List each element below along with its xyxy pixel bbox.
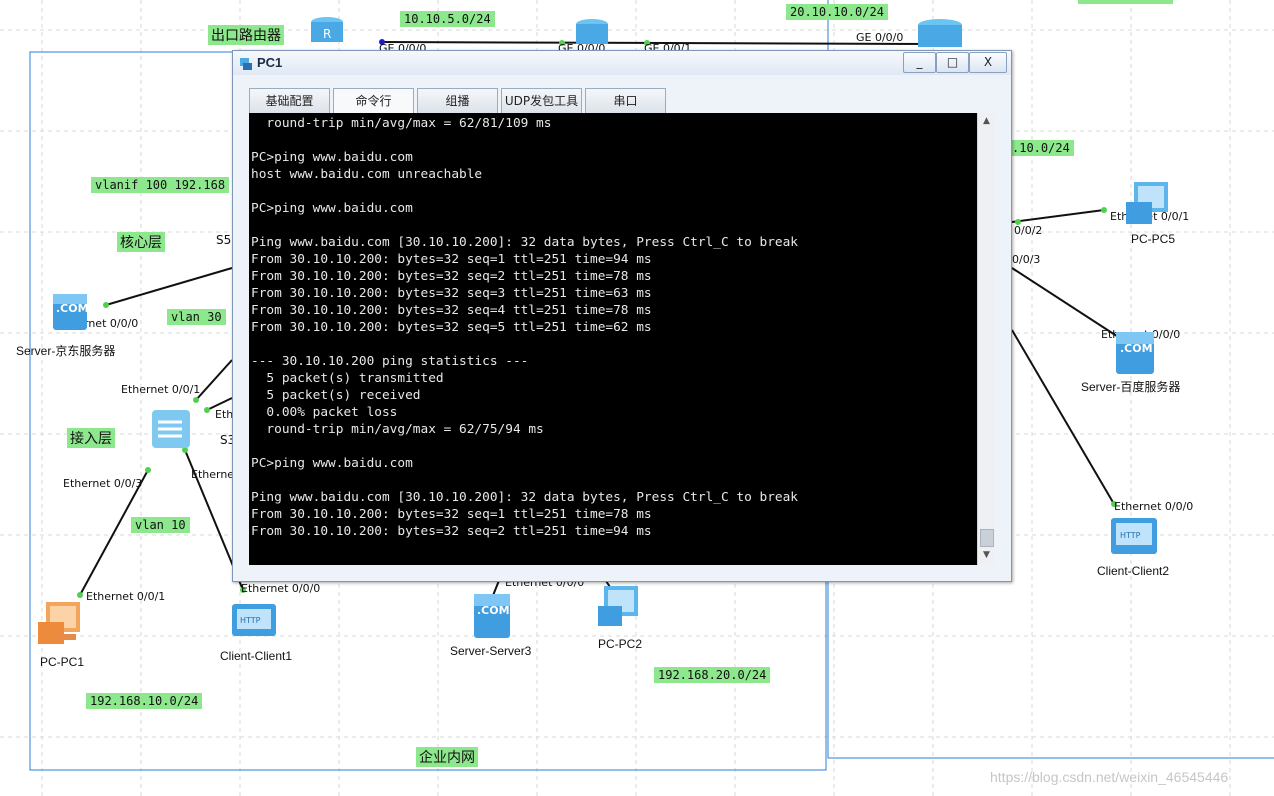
port-dot: [145, 467, 151, 473]
pc-icon[interactable]: [1124, 180, 1176, 232]
pc1-window[interactable]: PC1 _ □ X 基础配置 命令行 组播 UDP发包工具 串口 round-t…: [232, 50, 1012, 582]
device-name: PC-PC5: [1131, 232, 1176, 246]
port-label: Ethernet 0/0/0: [1114, 500, 1194, 513]
device-name: Client-Client2: [1097, 564, 1170, 578]
pc-icon[interactable]: [36, 600, 88, 652]
client-icon[interactable]: HTTP: [1108, 516, 1160, 564]
maximize-button[interactable]: □: [936, 52, 969, 73]
port-label: GE 0/0/0: [856, 31, 904, 44]
link-jd-core: [105, 267, 233, 306]
device-name: PC-PC2: [598, 637, 643, 651]
server-icon[interactable]: .COM: [1114, 330, 1156, 380]
scroll-down-icon[interactable]: ▼: [980, 549, 993, 562]
svg-text:.COM: .COM: [477, 604, 510, 617]
zone-label: 出口路由器: [208, 25, 284, 45]
close-button[interactable]: X: [969, 52, 1007, 73]
switch-icon[interactable]: [150, 408, 192, 454]
tab-udp-tool[interactable]: UDP发包工具: [501, 88, 582, 113]
zone-label: 企业内网: [416, 747, 478, 767]
port-dot: [103, 302, 109, 308]
svg-text:HTTP: HTTP: [1120, 531, 1141, 540]
net-label: vlan 10: [131, 517, 190, 533]
tab-serial[interactable]: 串口: [585, 88, 666, 113]
svg-text:.COM: .COM: [1120, 342, 1153, 355]
device-name: Client-Client1: [220, 649, 293, 663]
server-icon[interactable]: .COM: [472, 592, 512, 644]
tab-multicast[interactable]: 组播: [417, 88, 498, 113]
partial-label-box: [1078, 0, 1173, 4]
scroll-thumb[interactable]: [980, 529, 994, 547]
router-icon[interactable]: R: [310, 16, 344, 48]
net-label: vlanif 100 192.168: [91, 177, 230, 193]
device-name: Server-Server3: [450, 644, 532, 658]
link-access-core: [195, 359, 233, 401]
svg-text:.COM: .COM: [56, 302, 89, 315]
port-label: 0/0/3: [1012, 253, 1041, 266]
port-dot: [77, 592, 83, 598]
device-name: Server-京东服务器: [16, 344, 116, 358]
net-label: vlan 30: [167, 309, 226, 325]
net-label: 192.168.10.0/24: [86, 693, 203, 709]
port-label: Eth: [215, 408, 234, 421]
port-label: Ethernet 0/0/1: [86, 590, 166, 603]
server-icon[interactable]: .COM: [50, 292, 90, 336]
minimize-button[interactable]: _: [903, 52, 936, 73]
app-icon: [239, 56, 253, 75]
pc-icon[interactable]: [596, 584, 646, 634]
scroll-up-icon[interactable]: ▲: [980, 115, 993, 128]
zone-label: 接入层: [67, 428, 115, 448]
device-name: Server-百度服务器: [1081, 380, 1181, 394]
svg-text:HTTP: HTTP: [240, 616, 261, 625]
terminal-scrollbar[interactable]: ▲ ▼: [977, 113, 995, 565]
watermark: https://blog.csdn.net/weixin_46545446: [990, 769, 1229, 785]
svg-text:R: R: [323, 27, 331, 41]
net-label: 20.10.10.0/24: [786, 4, 888, 20]
terminal-text: round-trip min/avg/max = 62/81/109 ms PC…: [251, 116, 799, 539]
port-dot: [1101, 207, 1107, 213]
zone-label: 核心层: [117, 232, 165, 252]
port-label: Ethernet 0/0/1: [121, 383, 201, 396]
port-dot: [193, 397, 199, 403]
window-titlebar[interactable]: PC1 _ □ X: [233, 51, 1011, 75]
device-name: PC-PC1: [40, 655, 85, 669]
tab-basic-config[interactable]: 基础配置: [249, 88, 330, 113]
window-title: PC1: [257, 55, 283, 70]
link-client2: [1011, 329, 1115, 505]
net-label: 192.168.20.0/24: [654, 667, 771, 683]
port-label: Ethernet 0/0/3: [63, 477, 143, 490]
net-label: .10.0/24: [1008, 140, 1074, 156]
terminal-output[interactable]: round-trip min/avg/max = 62/81/109 ms PC…: [249, 113, 977, 565]
router-icon[interactable]: [915, 18, 965, 52]
port-dot: [204, 407, 210, 413]
tab-command-line[interactable]: 命令行: [333, 88, 414, 113]
link-pc5: [1011, 209, 1105, 223]
client-icon[interactable]: HTTP: [229, 602, 281, 646]
port-label: 0/0/2: [1014, 224, 1043, 237]
port-label: Ethernet 0/0/0: [241, 582, 321, 595]
port-label: S5: [216, 233, 232, 247]
net-label: 10.10.5.0/24: [400, 11, 495, 27]
